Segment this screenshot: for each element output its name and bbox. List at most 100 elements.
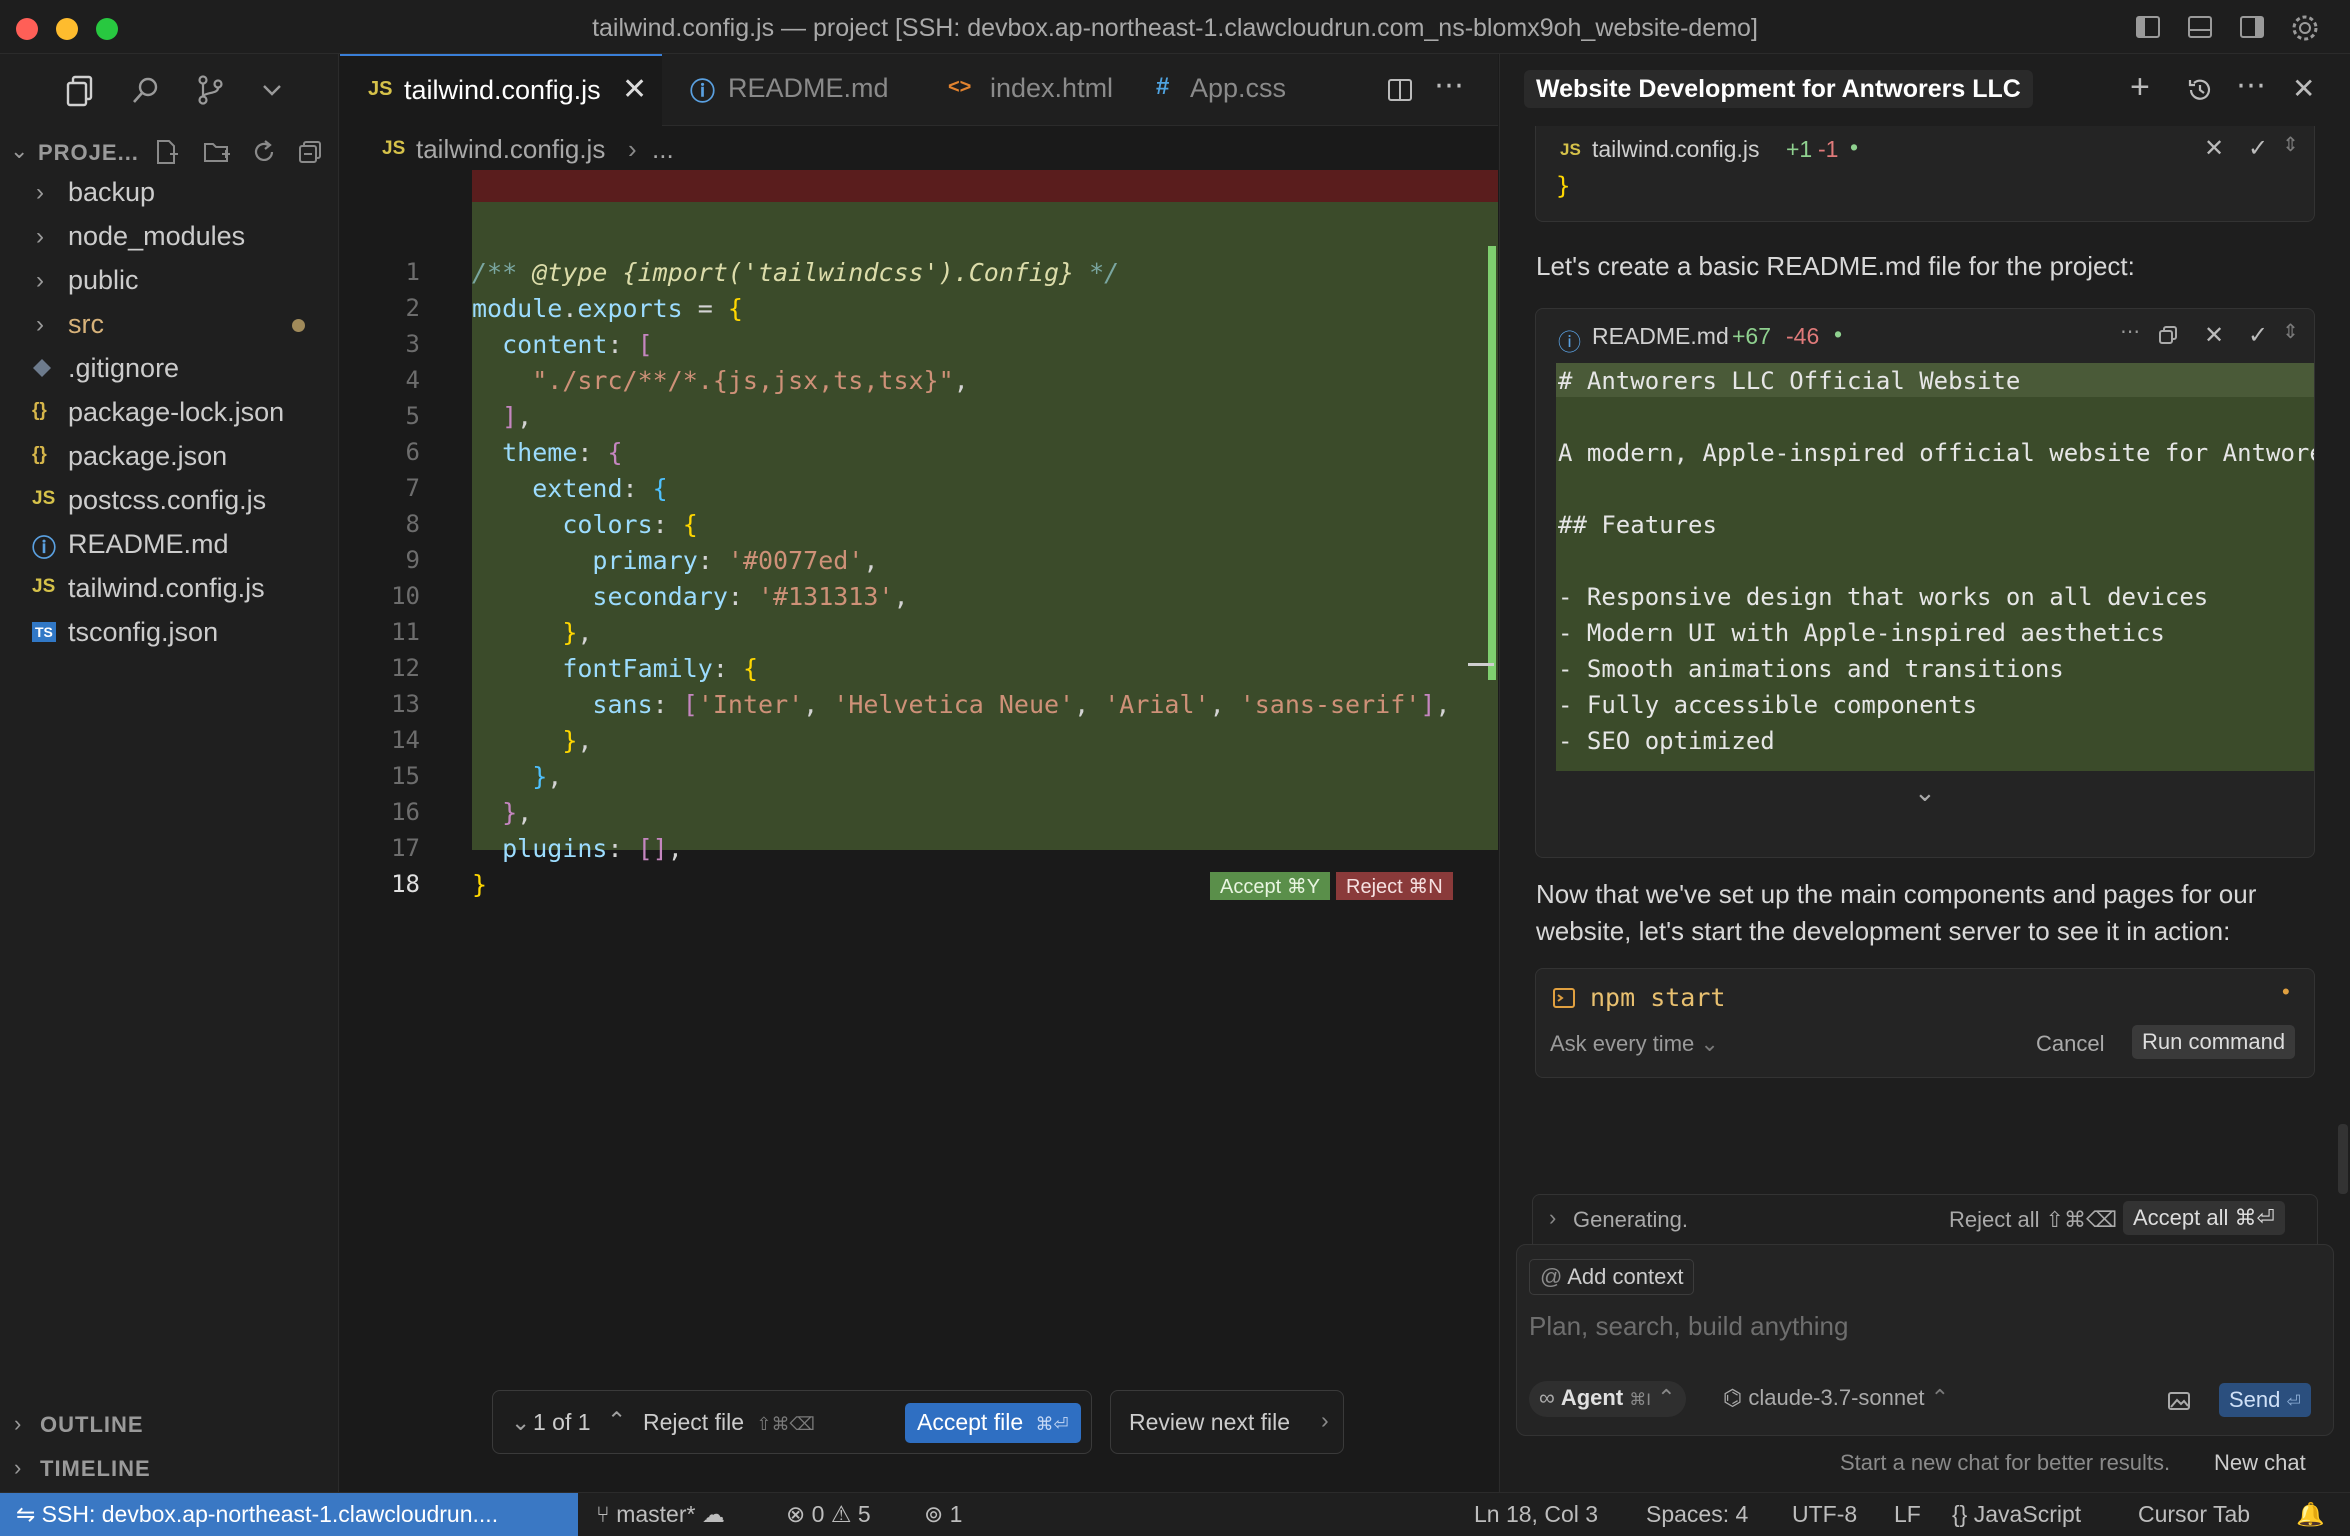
reject-change-button[interactable]: Reject ⌘N bbox=[1336, 872, 1453, 900]
cloud-sync-icon: ☁ bbox=[701, 1501, 725, 1527]
toggle-secondary-sidebar-icon[interactable] bbox=[2238, 13, 2266, 41]
tab-readme[interactable]: ⓘ README.md bbox=[662, 54, 922, 126]
new-folder-icon[interactable] bbox=[202, 138, 232, 166]
timeline-section[interactable]: › TIMELINE bbox=[0, 1448, 339, 1488]
tab-tailwind-config[interactable]: JS tailwind.config.js ✕ bbox=[340, 54, 662, 126]
eol-indicator[interactable]: LF bbox=[1894, 1501, 1921, 1528]
new-chat-plus-icon[interactable]: + bbox=[2130, 68, 2150, 107]
chevron-up-icon[interactable]: ⌃ bbox=[607, 1407, 626, 1434]
tree-file-gitignore[interactable]: .gitignore bbox=[0, 346, 339, 390]
cancel-command-button[interactable]: Cancel bbox=[2036, 1031, 2104, 1057]
refresh-icon[interactable] bbox=[250, 138, 278, 166]
accept-change-button[interactable]: Accept ⌘Y bbox=[1210, 872, 1331, 900]
tab-label: README.md bbox=[728, 73, 889, 103]
tree-file-package-json[interactable]: {} package.json bbox=[0, 434, 339, 478]
approval-mode-dropdown[interactable]: Ask every time ⌄ bbox=[1550, 1031, 1719, 1057]
expand-toggle-icon[interactable]: ⇕ bbox=[2282, 319, 2299, 344]
tree-file-tailwind-config[interactable]: JS tailwind.config.js bbox=[0, 566, 339, 610]
tree-folder-src[interactable]: › src bbox=[0, 302, 339, 346]
breadcrumb-file[interactable]: tailwind.config.js bbox=[416, 134, 605, 165]
ports-indicator[interactable]: ⊚ 1 bbox=[924, 1501, 962, 1528]
line-number: 4 bbox=[405, 366, 420, 394]
outline-label: OUTLINE bbox=[40, 1412, 144, 1437]
cursor-tab-indicator[interactable]: Cursor Tab bbox=[2138, 1501, 2250, 1528]
line-number: 1 bbox=[405, 258, 420, 286]
accept-all-button[interactable]: Accept all ⌘⏎ bbox=[2123, 1201, 2285, 1235]
tree-folder-backup[interactable]: › backup bbox=[0, 170, 339, 214]
code-line: ], bbox=[502, 402, 533, 431]
tree-file-package-lock-json[interactable]: {} package-lock.json bbox=[0, 390, 339, 434]
explorer-header[interactable]: ⌄ PROJE... bbox=[0, 130, 339, 174]
model-selector[interactable]: ⌬ claude-3.7-sonnet ⌃ bbox=[1723, 1385, 1949, 1411]
toggle-panel-icon[interactable] bbox=[2186, 13, 2214, 41]
language-indicator[interactable]: {} JavaScript bbox=[1952, 1501, 2081, 1528]
new-chat-link[interactable]: New chat bbox=[2214, 1450, 2306, 1476]
encoding-indicator[interactable]: UTF-8 bbox=[1792, 1501, 1857, 1528]
tree-file-postcss-config[interactable]: JS postcss.config.js bbox=[0, 478, 339, 522]
toggle-primary-sidebar-icon[interactable] bbox=[2134, 13, 2162, 41]
line-number: 11 bbox=[391, 618, 420, 646]
breadcrumb-symbol[interactable]: ... bbox=[652, 134, 674, 165]
notifications-bell-icon[interactable]: 🔔 bbox=[2296, 1501, 2325, 1528]
chevron-down-icon[interactable] bbox=[258, 76, 286, 104]
reject-change-icon[interactable]: ✕ bbox=[2204, 134, 2224, 163]
chevron-right-icon: › bbox=[36, 223, 44, 250]
chat-input[interactable]: Plan, search, build anything bbox=[1529, 1311, 1848, 1342]
history-icon[interactable] bbox=[2186, 76, 2214, 104]
accept-file-button[interactable]: Accept file ⌘⏎ bbox=[905, 1403, 1081, 1443]
tree-file-tsconfig[interactable]: TS tsconfig.json bbox=[0, 610, 339, 654]
expand-toggle-icon[interactable]: ⇕ bbox=[2282, 132, 2299, 157]
close-chat-icon[interactable]: ✕ bbox=[2292, 72, 2315, 105]
tree-folder-public[interactable]: › public bbox=[0, 258, 339, 302]
code-editor[interactable]: 1 2 3 4 5 6 7 8 9 10 11 12 13 14 15 16 17 18 /** @type {i… bbox=[340, 170, 1498, 1492]
line-number: 10 bbox=[391, 582, 420, 610]
chevron-down-icon[interactable]: ⌄ bbox=[511, 1409, 530, 1436]
tab-app-css[interactable]: # App.css bbox=[1138, 54, 1318, 126]
chevron-down-icon[interactable]: ⌄ bbox=[1914, 777, 1936, 808]
source-control-icon[interactable] bbox=[194, 74, 226, 106]
attach-image-icon[interactable] bbox=[2167, 1391, 2191, 1411]
explorer-files-icon[interactable] bbox=[64, 74, 96, 108]
js-file-icon: JS bbox=[368, 78, 393, 100]
code-preview: } bbox=[1556, 172, 1571, 200]
indentation-indicator[interactable]: Spaces: 4 bbox=[1646, 1501, 1748, 1528]
run-command-button[interactable]: Run command bbox=[2132, 1025, 2296, 1059]
add-context-button[interactable]: @ Add context bbox=[1529, 1259, 1695, 1295]
more-options-icon[interactable]: ⋯ bbox=[2120, 319, 2140, 344]
copy-icon[interactable] bbox=[2158, 325, 2178, 345]
status-bar: ⇋ SSH: devbox.ap-northeast-1.clawcloudru… bbox=[0, 1492, 2350, 1536]
chat-scrollbar[interactable] bbox=[2338, 1124, 2348, 1194]
search-icon[interactable] bbox=[130, 74, 162, 106]
problems-indicator[interactable]: ⊗ 0 ⚠ 5 bbox=[786, 1501, 871, 1528]
reject-file-button[interactable]: Reject file ⇧⌘⌫ bbox=[643, 1409, 815, 1436]
file-name[interactable]: tailwind.config.js bbox=[1592, 136, 1759, 163]
settings-gear-icon[interactable] bbox=[2290, 13, 2320, 43]
send-button[interactable]: Send ⏎ bbox=[2219, 1383, 2311, 1417]
outline-section[interactable]: › OUTLINE bbox=[0, 1404, 339, 1444]
more-actions-icon[interactable]: ⋯ bbox=[1434, 68, 1464, 103]
tree-file-readme[interactable]: ⓘ README.md bbox=[0, 522, 339, 566]
branch-indicator[interactable]: ⑂ master* ☁ bbox=[596, 1501, 725, 1528]
accept-change-icon[interactable]: ✓ bbox=[2248, 134, 2268, 163]
code-line: extend: { bbox=[532, 474, 668, 503]
tree-folder-node-modules[interactable]: › node_modules bbox=[0, 214, 339, 258]
split-editor-icon[interactable] bbox=[1386, 76, 1414, 104]
new-file-icon[interactable] bbox=[152, 138, 180, 166]
chevron-right-icon[interactable]: › bbox=[1549, 1205, 1556, 1231]
cursor-position[interactable]: Ln 18, Col 3 bbox=[1474, 1501, 1598, 1528]
reject-all-button[interactable]: Reject all ⇧⌘⌫ bbox=[1949, 1207, 2117, 1233]
file-name[interactable]: README.md bbox=[1592, 323, 1729, 350]
chat-title[interactable]: Website Development for Antworers LLC bbox=[1524, 70, 2033, 108]
tab-index-html[interactable]: <> index.html bbox=[932, 54, 1132, 126]
code-line: } bbox=[472, 870, 488, 899]
agent-mode-selector[interactable]: ∞ Agent ⌘I ⌃ bbox=[1529, 1381, 1686, 1417]
more-options-icon[interactable]: ⋯ bbox=[2236, 68, 2266, 103]
change-counter: 1 of 1 bbox=[533, 1409, 591, 1435]
js-file-icon: JS bbox=[1560, 140, 1581, 159]
review-next-file-button[interactable]: Review next file › bbox=[1110, 1390, 1344, 1454]
reject-change-icon[interactable]: ✕ bbox=[2204, 321, 2224, 350]
close-tab-icon[interactable]: ✕ bbox=[622, 72, 647, 107]
collapse-all-icon[interactable] bbox=[296, 138, 324, 166]
remote-indicator[interactable]: ⇋ SSH: devbox.ap-northeast-1.clawcloudru… bbox=[0, 1493, 578, 1536]
accept-change-icon[interactable]: ✓ bbox=[2248, 321, 2268, 350]
